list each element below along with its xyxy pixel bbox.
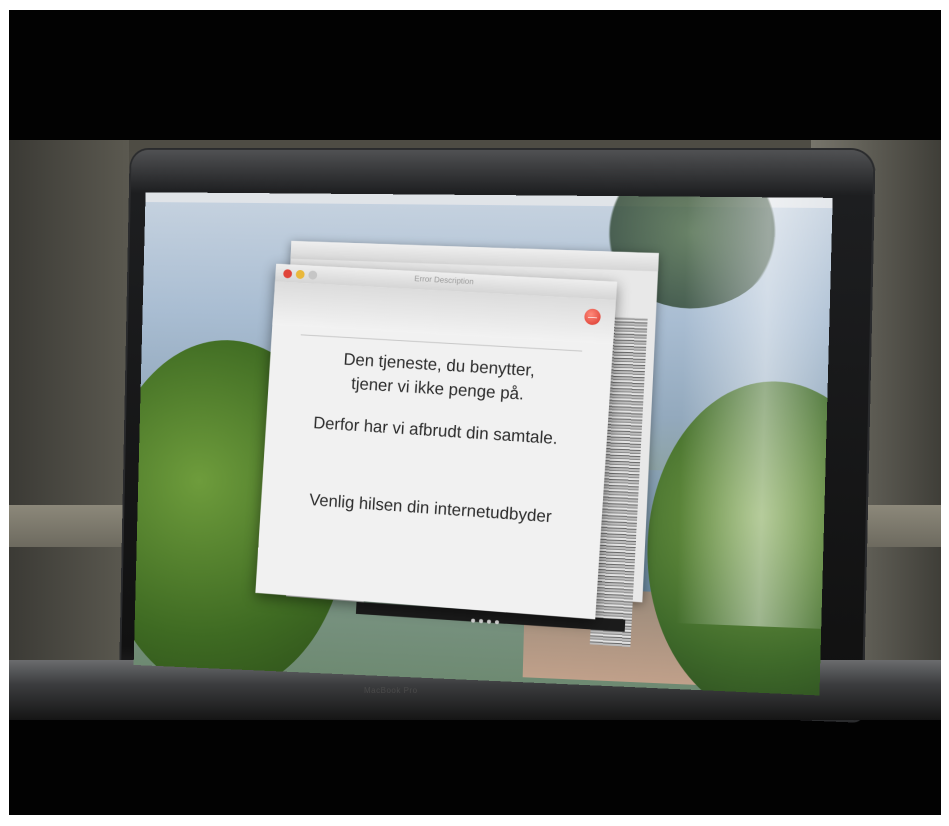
error-dialog: Error Description — Den tjeneste, du ben… xyxy=(255,263,618,620)
laptop-brand-label: MacBook Pro xyxy=(364,686,418,695)
video-frame: MacBook Pro Error Description — Den tjen… xyxy=(9,10,941,815)
message-signature: Venlig hilsen din internetudbyder xyxy=(308,490,553,527)
stop-icon[interactable]: — xyxy=(583,308,602,326)
dock-icons[interactable] xyxy=(469,609,502,629)
message-line-3: Derfor har vi afbrudt din samtale. xyxy=(312,413,559,448)
screen-glare xyxy=(676,196,833,630)
wall-left xyxy=(9,140,129,700)
laptop-screen: Error Description — Den tjeneste, du ben… xyxy=(133,192,833,696)
